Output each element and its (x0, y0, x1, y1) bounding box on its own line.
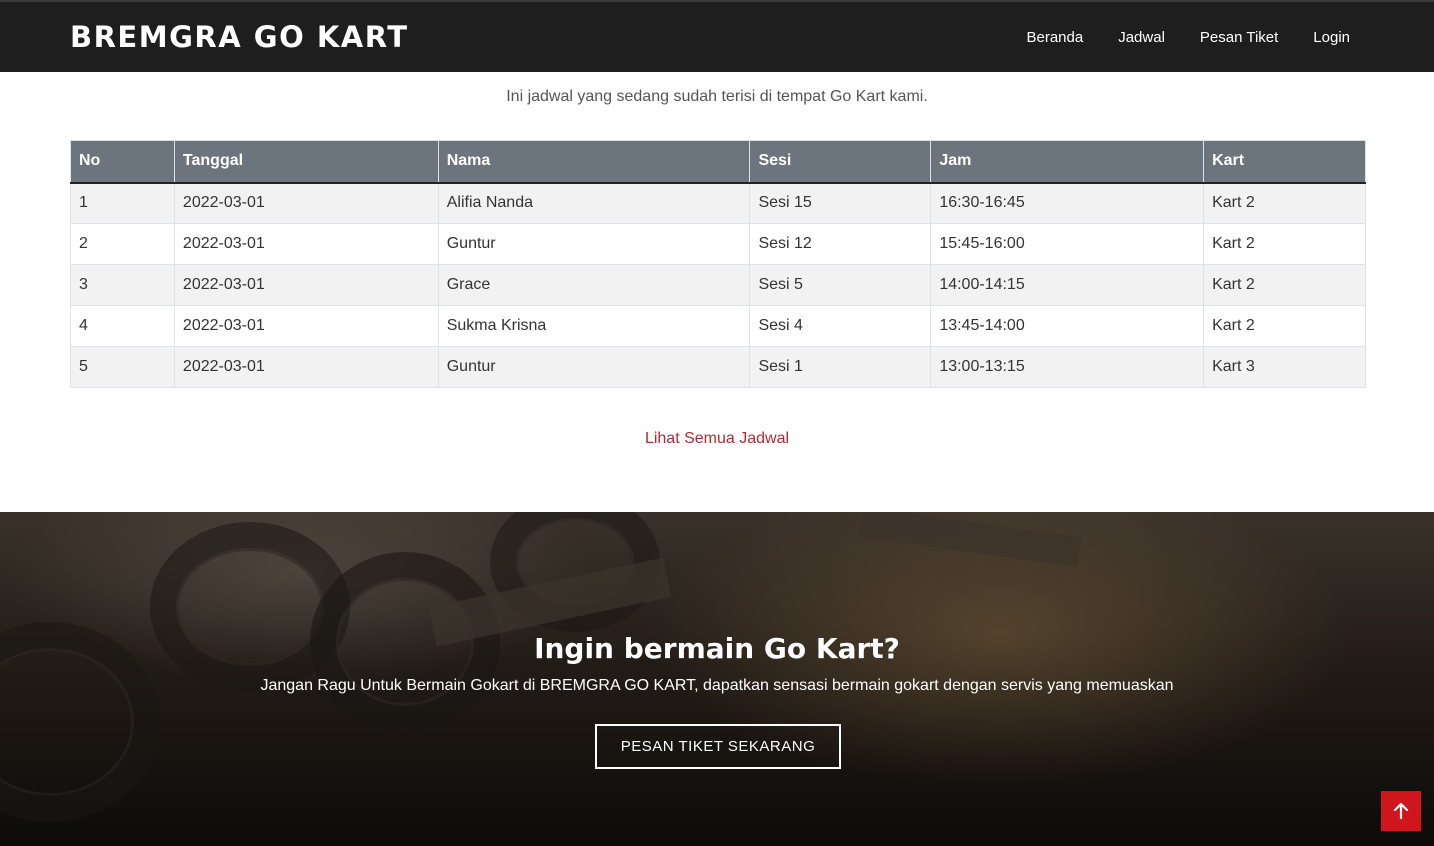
nav-link-pesan-tiket[interactable]: Pesan Tiket (1200, 29, 1278, 46)
cell-no: 4 (70, 305, 175, 347)
cta-title: Ingin bermain Go Kart? (534, 632, 900, 665)
nav-link-jadwal[interactable]: Jadwal (1118, 29, 1165, 46)
table-row: 4 2022-03-01 Sukma Krisna Sesi 4 13:45-1… (70, 305, 1366, 347)
cell-tanggal: 2022-03-01 (173, 346, 439, 388)
cell-kart: Kart 2 (1203, 264, 1366, 306)
cell-sesi: Sesi 1 (749, 346, 932, 388)
site-brand[interactable]: BREMGRA GO KART (70, 20, 409, 54)
cell-nama: Guntur (437, 223, 751, 265)
column-header-jam: Jam (930, 140, 1205, 184)
column-header-sesi: Sesi (749, 140, 932, 184)
table-row: 2 2022-03-01 Guntur Sesi 12 15:45-16:00 … (70, 223, 1366, 265)
wooden-plank-image (858, 512, 1082, 568)
nav-links: Beranda Jadwal Pesan Tiket Login (991, 29, 1350, 46)
cell-nama: Guntur (437, 346, 751, 388)
table-row: 5 2022-03-01 Guntur Sesi 1 13:00-13:15 K… (70, 346, 1366, 388)
cell-no: 2 (70, 223, 175, 265)
schedule-intro: Ini jadwal yang sedang sudah terisi di t… (506, 88, 928, 105)
cell-sesi: Sesi 4 (749, 305, 932, 347)
table-row: 1 2022-03-01 Alifia Nanda Sesi 15 16:30-… (70, 182, 1366, 224)
cell-jam: 15:45-16:00 (930, 223, 1205, 265)
cell-no: 5 (70, 346, 175, 388)
cell-sesi: Sesi 12 (749, 223, 932, 265)
cell-sesi: Sesi 15 (749, 182, 932, 224)
back-to-top-button[interactable] (1381, 791, 1421, 831)
cell-jam: 13:00-13:15 (930, 346, 1205, 388)
arrow-up-icon (1393, 802, 1409, 820)
column-header-kart: Kart (1203, 140, 1366, 184)
cell-nama: Sukma Krisna (437, 305, 751, 347)
cell-kart: Kart 3 (1203, 346, 1366, 388)
cta-section: Ingin bermain Go Kart? Jangan Ragu Untuk… (0, 512, 1434, 846)
cell-tanggal: 2022-03-01 (173, 223, 439, 265)
see-all-schedule-link[interactable]: Lihat Semua Jadwal (0, 430, 1434, 448)
cell-jam: 16:30-16:45 (930, 182, 1205, 224)
cell-nama: Alifia Nanda (437, 182, 751, 224)
cell-jam: 14:00-14:15 (930, 264, 1205, 306)
cell-no: 1 (70, 182, 175, 224)
book-ticket-button[interactable]: PESAN TIKET SEKARANG (595, 724, 841, 769)
cell-jam: 13:45-14:00 (930, 305, 1205, 347)
cell-nama: Grace (437, 264, 751, 306)
cell-tanggal: 2022-03-01 (173, 264, 439, 306)
cta-subtitle: Jangan Ragu Untuk Bermain Gokart di BREM… (260, 677, 1174, 694)
nav-link-beranda[interactable]: Beranda (1026, 29, 1083, 46)
cell-tanggal: 2022-03-01 (173, 182, 439, 224)
column-header-no: No (70, 140, 175, 184)
cell-kart: Kart 2 (1203, 223, 1366, 265)
column-header-tanggal: Tanggal (173, 140, 439, 184)
column-header-nama: Nama (437, 140, 751, 184)
cell-kart: Kart 2 (1203, 305, 1366, 347)
table-row: 3 2022-03-01 Grace Sesi 5 14:00-14:15 Ka… (70, 264, 1366, 306)
cell-sesi: Sesi 5 (749, 264, 932, 306)
table-header-row: No Tanggal Nama Sesi Jam Kart (70, 140, 1366, 184)
cell-no: 3 (70, 264, 175, 306)
cell-tanggal: 2022-03-01 (173, 305, 439, 347)
cell-kart: Kart 2 (1203, 182, 1366, 224)
nav-link-login[interactable]: Login (1313, 29, 1350, 46)
schedule-table: No Tanggal Nama Sesi Jam Kart 1 2022-03-… (70, 140, 1366, 388)
navbar: BREMGRA GO KART Beranda Jadwal Pesan Tik… (0, 0, 1434, 72)
